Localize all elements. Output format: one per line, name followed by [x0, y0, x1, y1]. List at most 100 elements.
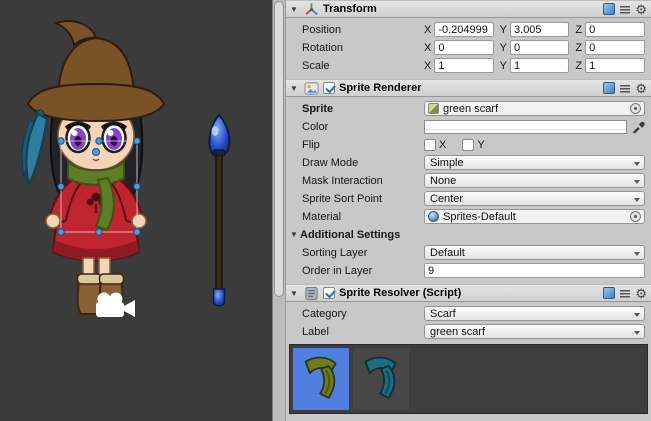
axis-z-label: Z: [575, 24, 582, 36]
flip-x-label: X: [439, 139, 446, 151]
sprite-variant-preview: [289, 344, 648, 414]
scale-z-field[interactable]: [585, 58, 645, 73]
sprite-resolver-title: Sprite Resolver (Script): [339, 287, 461, 299]
scale-y-field[interactable]: [510, 58, 569, 73]
material-row: Material Sprites-Default: [286, 208, 651, 225]
category-dropdown[interactable]: Scarf: [424, 306, 645, 321]
script-icon: [304, 286, 319, 301]
scrollbar-thumb[interactable]: [274, 1, 284, 297]
label-row: Label green scarf: [286, 323, 651, 340]
component-enabled-checkbox[interactable]: [323, 82, 335, 94]
order-in-layer-label: Order in Layer: [302, 265, 424, 277]
draw-mode-row: Draw Mode Simple: [286, 154, 651, 171]
help-icon[interactable]: [603, 82, 615, 94]
transform-header[interactable]: ▼ Transform ⚙: [286, 0, 651, 18]
sprite-sort-point-row: Sprite Sort Point Center: [286, 190, 651, 207]
sprite-label: Sprite: [302, 103, 424, 115]
mask-interaction-row: Mask Interaction None: [286, 172, 651, 189]
component-enabled-checkbox[interactable]: [323, 287, 335, 299]
label-value: green scarf: [430, 326, 485, 338]
rotation-x-field[interactable]: [434, 40, 493, 55]
sprite-thumbnail-teal-scarf[interactable]: [353, 348, 409, 410]
position-label: Position: [302, 24, 424, 36]
sprite-row: Sprite green scarf: [286, 100, 651, 117]
axis-y-label: Y: [500, 60, 507, 72]
axis-y-label: Y: [500, 42, 507, 54]
sorting-layer-row: Sorting Layer Default: [286, 244, 651, 261]
position-x-field[interactable]: [434, 22, 493, 37]
object-picker-icon[interactable]: [630, 103, 641, 114]
axis-z-label: Z: [575, 60, 582, 72]
sprite-renderer-header[interactable]: ▼ Sprite Renderer ⚙: [286, 79, 651, 97]
scene-view[interactable]: [0, 0, 272, 421]
color-label: Color: [302, 121, 424, 133]
foldout-icon[interactable]: ▼: [290, 289, 300, 298]
mask-interaction-value: None: [430, 175, 456, 187]
axis-x-label: X: [424, 60, 431, 72]
unity-editor-window: ▼ Transform ⚙ Position X Y Z: [0, 0, 651, 421]
order-in-layer-field[interactable]: [424, 263, 645, 278]
sprite-resolver-body: Category Scarf Label green scarf: [286, 302, 651, 418]
sorting-layer-label: Sorting Layer: [302, 247, 424, 259]
axis-x-label: X: [424, 24, 431, 36]
mask-interaction-dropdown[interactable]: None: [424, 173, 645, 188]
label-dropdown[interactable]: green scarf: [424, 324, 645, 339]
help-icon[interactable]: [603, 287, 615, 299]
color-swatch[interactable]: [424, 120, 627, 134]
camera-gizmo-icon: [96, 293, 135, 318]
gear-icon[interactable]: ⚙: [635, 287, 647, 300]
rotation-y-field[interactable]: [510, 40, 569, 55]
axis-z-label: Z: [575, 42, 582, 54]
inspector-panel: ▼ Transform ⚙ Position X Y Z: [286, 0, 651, 421]
scene-canvas: [0, 0, 272, 421]
position-y-field[interactable]: [510, 22, 569, 37]
scale-x-field[interactable]: [434, 58, 493, 73]
sprite-resolver-header[interactable]: ▼ Sprite Resolver (Script) ⚙: [286, 284, 651, 302]
staff-sprite[interactable]: [209, 115, 229, 306]
order-in-layer-row: Order in Layer: [286, 262, 651, 279]
position-z-field[interactable]: [585, 22, 645, 37]
foldout-icon[interactable]: ▼: [290, 230, 300, 239]
draw-mode-dropdown[interactable]: Simple: [424, 155, 645, 170]
transform-body: Position X Y Z Rotation X Y Z Scale X: [286, 18, 651, 79]
category-value: Scarf: [430, 308, 456, 320]
preset-icon[interactable]: [619, 287, 631, 299]
material-object-field[interactable]: Sprites-Default: [424, 209, 645, 224]
material-object-value: Sprites-Default: [443, 211, 516, 223]
flip-y-checkbox[interactable]: [462, 139, 474, 151]
green-scarf-sprite: [297, 352, 345, 406]
sorting-layer-value: Default: [430, 247, 465, 259]
sprite-thumbnail-icon: [428, 103, 439, 114]
sprite-object-value: green scarf: [443, 103, 498, 115]
sorting-layer-dropdown[interactable]: Default: [424, 245, 645, 260]
preset-icon[interactable]: [619, 3, 631, 15]
foldout-icon[interactable]: ▼: [290, 5, 300, 14]
sprite-renderer-body: Sprite green scarf Color: [286, 97, 651, 284]
transform-title: Transform: [323, 3, 377, 15]
gear-icon[interactable]: ⚙: [635, 82, 647, 95]
transform-icon: [304, 2, 319, 17]
flip-y-label: Y: [477, 139, 484, 151]
character-sprite[interactable]: [22, 21, 164, 314]
flip-row: Flip X Y: [286, 136, 651, 153]
foldout-icon[interactable]: ▼: [290, 84, 300, 93]
sprite-renderer-icon: [304, 81, 319, 96]
additional-settings-row[interactable]: ▼ Additional Settings: [286, 226, 651, 243]
draw-mode-value: Simple: [430, 157, 464, 169]
axis-x-label: X: [424, 42, 431, 54]
material-sphere-icon: [428, 211, 439, 222]
sprite-object-field[interactable]: green scarf: [424, 101, 645, 116]
inspector-scrollbar[interactable]: [272, 0, 286, 421]
sprite-thumbnail-green-scarf[interactable]: [293, 348, 349, 410]
flip-x-checkbox[interactable]: [424, 139, 436, 151]
object-picker-icon[interactable]: [630, 211, 641, 222]
eyedropper-icon[interactable]: [631, 120, 645, 134]
sprite-sort-point-dropdown[interactable]: Center: [424, 191, 645, 206]
help-icon[interactable]: [603, 3, 615, 15]
sprite-sort-point-value: Center: [430, 193, 463, 205]
mask-interaction-label: Mask Interaction: [302, 175, 424, 187]
gear-icon[interactable]: ⚙: [635, 3, 647, 16]
rotation-z-field[interactable]: [585, 40, 645, 55]
scale-row: Scale X Y Z: [286, 57, 651, 74]
preset-icon[interactable]: [619, 82, 631, 94]
